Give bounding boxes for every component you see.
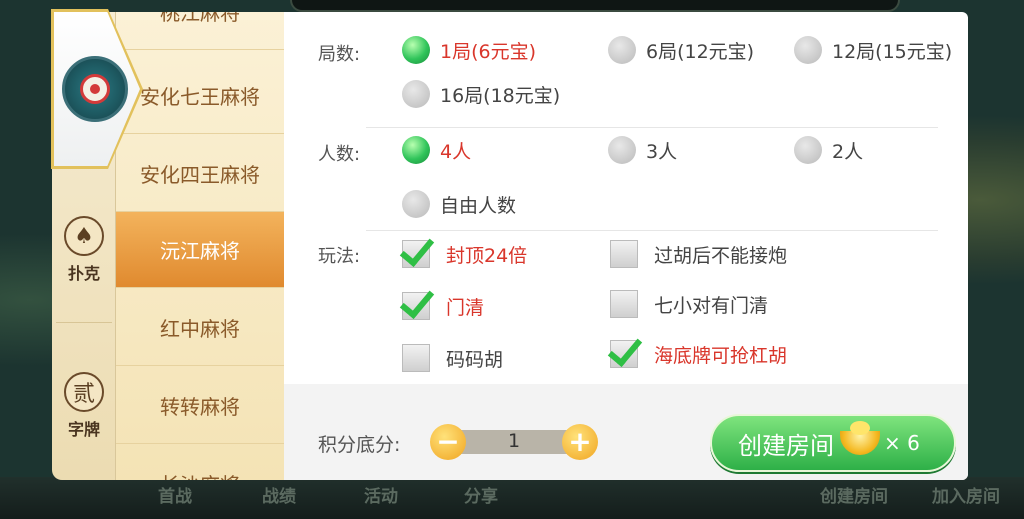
bg-button-2: 战绩	[262, 487, 296, 507]
bg-button-3: 活动	[364, 487, 398, 507]
dialog-footer: 积分底分: 1 − + 创建房间 × 6	[284, 384, 968, 480]
radio-icon	[402, 80, 430, 108]
mahjong-emblem-icon	[62, 56, 128, 122]
round-option-label: 1局(6元宝)	[440, 40, 537, 63]
players-option-label: 4人	[440, 140, 472, 163]
emblem-dot	[90, 84, 100, 94]
game-item[interactable]: 桃江麻将	[116, 12, 284, 50]
players-option-free[interactable]: 自由人数	[402, 190, 516, 218]
tab-poker[interactable]: ♠ 扑克	[52, 216, 116, 284]
rule-label: 码码胡	[446, 348, 504, 371]
rule-haidi-qianggang[interactable]: 海底牌可抢杠胡	[610, 340, 787, 368]
rail-divider	[56, 322, 112, 323]
checkbox-checked-icon	[402, 240, 430, 268]
tab-poker-label: 扑克	[67, 264, 100, 283]
tab-mahjong[interactable]	[51, 9, 143, 169]
rule-label: 海底牌可抢杠胡	[654, 344, 788, 367]
rule-no-pao-after-hu[interactable]: 过胡后不能接炮	[610, 240, 787, 268]
create-room-label: 创建房间	[738, 431, 834, 460]
players-option-2[interactable]: 2人	[794, 136, 863, 164]
bg-button-5: 创建房间	[820, 487, 888, 507]
checkbox-checked-icon	[610, 340, 638, 368]
settings-panel: 局数: 1局(6元宝) 6局(12元宝) 12局(15元宝) 16局(18元宝)…	[284, 12, 968, 480]
checkbox-checked-icon	[402, 292, 430, 320]
rule-cap-24[interactable]: 封顶24倍	[402, 240, 527, 268]
bg-button-4: 分享	[464, 487, 498, 507]
game-item-selected[interactable]: 沅江麻将	[116, 212, 284, 288]
rule-menqing[interactable]: 门清	[402, 292, 484, 320]
section-divider	[366, 127, 938, 128]
round-option-label: 16局(18元宝)	[440, 84, 561, 107]
players-option-3[interactable]: 3人	[608, 136, 677, 164]
players-option-4[interactable]: 4人	[402, 136, 471, 164]
players-label: 人数:	[318, 144, 361, 165]
round-option-16[interactable]: 16局(18元宝)	[402, 80, 560, 108]
game-item[interactable]: 红中麻将	[116, 290, 284, 366]
section-divider	[366, 230, 938, 231]
rule-mamahu[interactable]: 码码胡	[402, 344, 503, 372]
game-item[interactable]: 安化四王麻将	[116, 136, 284, 212]
background-bottom-bar: 首战 战绩 活动 分享 创建房间 加入房间	[0, 477, 1024, 519]
radio-selected-icon	[402, 136, 430, 164]
top-bar-remnant	[290, 0, 900, 12]
round-option-label: 6局(12元宝)	[646, 40, 755, 63]
game-item[interactable]: 转转麻将	[116, 368, 284, 444]
radio-icon	[402, 190, 430, 218]
score-label: 积分底分:	[318, 434, 401, 456]
plus-icon[interactable]: +	[562, 424, 598, 460]
rule-label: 门清	[446, 296, 485, 319]
radio-icon	[608, 136, 636, 164]
character-tile-icon: 贰	[64, 372, 104, 412]
bg-button-6: 加入房间	[932, 487, 1000, 507]
tab-zipai[interactable]: 贰 字牌	[52, 372, 116, 440]
game-list: 桃江麻将 安化七王麻将 安化四王麻将 沅江麻将 红中麻将 转转麻将 长沙麻将	[116, 12, 284, 480]
round-option-label: 12局(15元宝)	[832, 40, 953, 63]
checkbox-icon	[610, 240, 638, 268]
players-option-label: 3人	[646, 140, 678, 163]
checkbox-icon	[402, 344, 430, 372]
spade-icon: ♠	[64, 216, 104, 256]
emblem-center	[80, 74, 110, 104]
rule-label: 封顶24倍	[446, 244, 528, 267]
checkbox-icon	[610, 290, 638, 318]
cost-multiplier: × 6	[884, 431, 920, 455]
radio-selected-icon	[402, 36, 430, 64]
rules-label: 玩法:	[318, 246, 361, 267]
tab-zipai-label: 字牌	[67, 420, 100, 439]
score-stepper: 1 − +	[430, 424, 598, 460]
round-option-12[interactable]: 12局(15元宝)	[794, 36, 952, 64]
bg-button-1: 首战	[158, 487, 192, 507]
rule-label: 过胡后不能接炮	[654, 244, 788, 267]
radio-icon	[608, 36, 636, 64]
round-option-6[interactable]: 6局(12元宝)	[608, 36, 754, 64]
radio-icon	[794, 36, 822, 64]
players-option-label: 自由人数	[440, 194, 517, 217]
rule-qixiaodui-menqing[interactable]: 七小对有门清	[610, 290, 768, 318]
players-option-label: 2人	[832, 140, 864, 163]
radio-icon	[794, 136, 822, 164]
minus-icon[interactable]: −	[430, 424, 466, 460]
game-item[interactable]: 长沙麻将	[116, 446, 284, 480]
create-room-dialog: ♠ 扑克 贰 字牌 桃江麻将 安化七王麻将 安化四王麻将 沅江麻将 红中麻将 转…	[51, 9, 968, 480]
gold-ingot-icon	[840, 421, 880, 455]
rule-label: 七小对有门清	[654, 294, 769, 317]
rounds-label: 局数:	[318, 44, 361, 65]
create-room-button[interactable]: 创建房间 × 6	[710, 414, 956, 472]
round-option-1[interactable]: 1局(6元宝)	[402, 36, 536, 64]
game-item[interactable]: 安化七王麻将	[116, 58, 284, 134]
